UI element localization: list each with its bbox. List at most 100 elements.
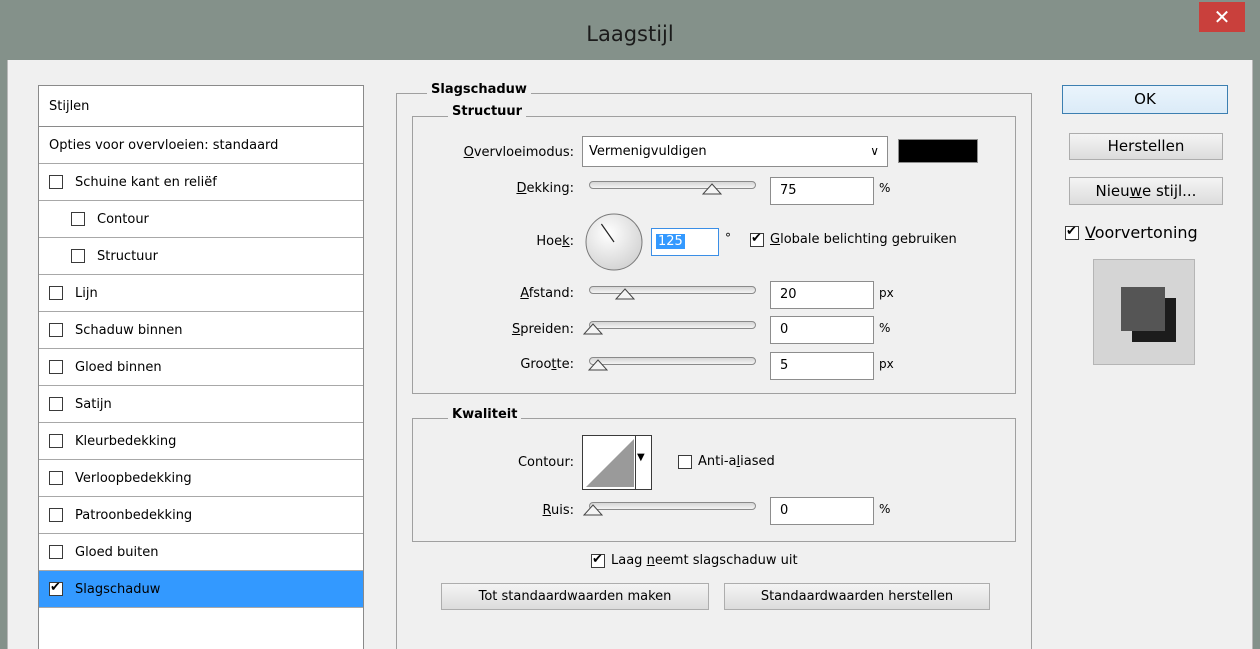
style-item[interactable]: Satijn [39, 386, 363, 423]
opacity-input[interactable]: 75 [770, 177, 874, 205]
opacity-label: Dekking: [516, 181, 574, 196]
style-item[interactable]: Contour [39, 201, 363, 238]
style-item[interactable]: Kleurbedekking [39, 423, 363, 460]
style-item-label: Kleurbedekking [75, 434, 177, 449]
make-default-button[interactable]: Tot standaardwaarden maken [441, 583, 709, 610]
style-item[interactable]: Schaduw binnen [39, 312, 363, 349]
global-light-checkbox[interactable] [750, 230, 764, 248]
chevron-down-icon: ∨ [870, 144, 879, 158]
drop-shadow-title: Slagschaduw [427, 82, 531, 97]
blend-mode-label: Overvloeimodus: [463, 145, 574, 160]
style-item-label: Slagschaduw [75, 582, 161, 597]
style-item[interactable]: Schuine kant en reliëf [39, 164, 363, 201]
style-item-label: Structuur [97, 249, 159, 264]
ok-button[interactable]: OK [1062, 85, 1228, 114]
noise-slider-track[interactable] [589, 502, 756, 510]
blend-mode-value: Vermenigvuldigen [589, 144, 707, 159]
spread-slider-thumb[interactable] [583, 323, 603, 335]
spread-unit: % [879, 321, 891, 335]
window-title: Laagstijl [586, 22, 674, 46]
caret-down-icon: ▼ [637, 452, 645, 463]
distance-slider-thumb[interactable] [615, 288, 635, 300]
style-item-label: Gloed binnen [75, 360, 162, 375]
style-item[interactable]: Stijlen [39, 86, 363, 127]
noise-label: Ruis: [542, 503, 574, 518]
angle-value: 125 [656, 234, 685, 249]
close-icon: ✕ [1213, 5, 1231, 29]
style-item-label: Contour [97, 212, 149, 227]
size-unit: px [879, 357, 894, 371]
spread-slider-track[interactable] [589, 321, 756, 329]
style-item-checkbox[interactable] [49, 434, 63, 448]
styles-list: Stijlen Opties voor overvloeien: standaar… [38, 85, 364, 649]
style-item-label: Lijn [75, 286, 98, 301]
angle-input[interactable]: 125 [651, 228, 719, 256]
style-item-label: Opties voor overvloeien: standaard [49, 138, 279, 153]
new-style-button[interactable]: Nieuwe stijl... [1069, 177, 1223, 205]
anti-aliased-checkbox[interactable] [678, 455, 692, 469]
style-item-label: Gloed buiten [75, 545, 159, 560]
close-button[interactable]: ✕ [1199, 2, 1245, 32]
noise-slider-thumb[interactable] [583, 504, 603, 516]
style-item[interactable]: Structuur [39, 238, 363, 275]
style-item-checkbox[interactable] [71, 212, 85, 226]
distance-input[interactable]: 20 [770, 281, 874, 309]
spread-label: Spreiden: [511, 322, 574, 337]
style-preview [1093, 259, 1195, 365]
style-item-checkbox[interactable] [49, 175, 63, 189]
style-item[interactable]: Gloed binnen [39, 349, 363, 386]
noise-unit: % [879, 502, 891, 516]
contour-picker[interactable]: ▼ [582, 435, 652, 490]
style-item-checkbox[interactable] [49, 397, 63, 411]
style-item-checkbox[interactable] [49, 286, 63, 300]
distance-unit: px [879, 286, 894, 300]
angle-unit: ° [725, 231, 731, 245]
knockout-checkbox[interactable] [591, 551, 605, 569]
quality-group [412, 418, 1016, 542]
style-item-label: Schuine kant en reliëf [75, 175, 217, 190]
size-slider-track[interactable] [589, 357, 756, 365]
distance-label: Afstand: [520, 286, 574, 301]
spread-input[interactable]: 0 [770, 316, 874, 344]
angle-dial[interactable] [584, 212, 644, 272]
noise-input[interactable]: 0 [770, 497, 874, 525]
size-input[interactable]: 5 [770, 352, 874, 380]
preview-swatch [1121, 287, 1165, 331]
contour-preview-icon [586, 439, 634, 487]
shadow-color-swatch[interactable] [898, 139, 978, 163]
style-item[interactable]: Lijn [39, 275, 363, 312]
opacity-slider-thumb[interactable] [702, 183, 722, 195]
style-item-checkbox[interactable] [71, 249, 85, 263]
knockout-label: Laag neemt slagschaduw uit [611, 553, 798, 568]
style-item-label: Verloopbedekking [75, 471, 192, 486]
style-item[interactable]: Slagschaduw [39, 571, 363, 608]
style-item-checkbox[interactable] [49, 323, 63, 337]
opacity-unit: % [879, 181, 891, 195]
style-item-label: Stijlen [49, 99, 90, 114]
style-item[interactable]: Patroonbedekking [39, 497, 363, 534]
size-label: Grootte: [520, 357, 574, 372]
style-item-label: Patroonbedekking [75, 508, 193, 523]
style-item[interactable]: Gloed buiten [39, 534, 363, 571]
style-item[interactable]: Verloopbedekking [39, 460, 363, 497]
style-item[interactable]: Opties voor overvloeien: standaard [39, 127, 363, 164]
anti-aliased-label: Anti-aliased [698, 454, 775, 469]
preview-checkbox[interactable] [1065, 223, 1079, 241]
contour-label: Contour: [517, 455, 574, 470]
blend-mode-select[interactable]: Vermenigvuldigen ∨ [582, 136, 888, 167]
style-item-label: Satijn [75, 397, 112, 412]
angle-label: Hoek: [536, 234, 574, 249]
style-item-checkbox[interactable] [49, 545, 63, 559]
opacity-slider-track[interactable] [589, 181, 756, 189]
style-item-checkbox[interactable] [49, 471, 63, 485]
global-light-label: Globale belichting gebruiken [770, 232, 957, 247]
preview-label: Voorvertoning [1085, 223, 1198, 242]
structure-title: Structuur [448, 104, 527, 119]
reset-default-button[interactable]: Standaardwaarden herstellen [724, 583, 990, 610]
quality-title: Kwaliteit [448, 407, 522, 422]
style-item-checkbox[interactable] [49, 508, 63, 522]
size-slider-thumb[interactable] [588, 359, 608, 371]
style-item-checkbox[interactable] [49, 360, 63, 374]
style-item-checkbox[interactable] [49, 579, 63, 597]
reset-button[interactable]: Herstellen [1069, 133, 1223, 160]
